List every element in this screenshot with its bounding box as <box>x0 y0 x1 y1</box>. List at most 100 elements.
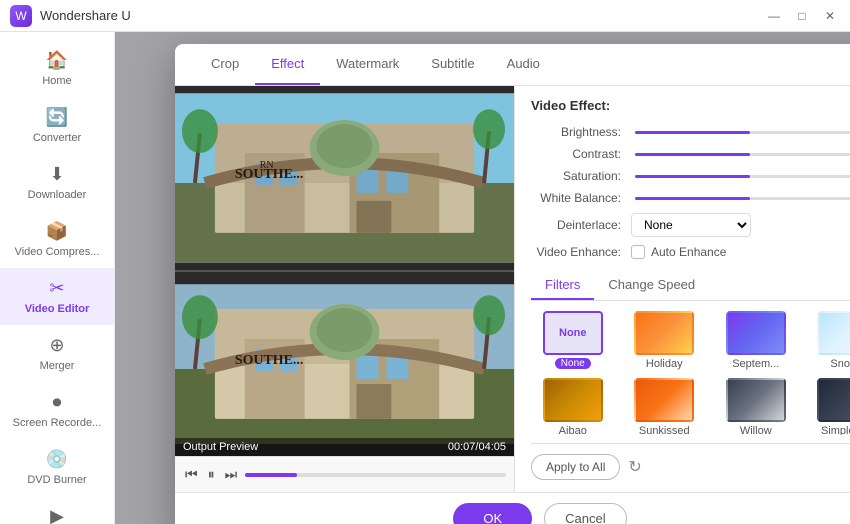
bottom-actions: Apply to All ↻ <box>531 443 850 480</box>
filter-thumb-simpleel <box>817 378 850 422</box>
main-content: 🏠 Home 🔄 Converter ⬇ Downloader 📦 Video … <box>0 32 850 524</box>
tab-spacer <box>556 44 845 85</box>
tab-audio[interactable]: Audio <box>491 44 556 85</box>
apply-to-all-button[interactable]: Apply to All <box>531 454 620 480</box>
dvd-icon: 💿 <box>46 449 68 470</box>
maximize-button[interactable]: □ <box>792 6 812 26</box>
next-frame-button[interactable]: ⏭ <box>223 464 240 485</box>
filter-item-september[interactable]: Septem... <box>714 311 798 370</box>
filter-thumb-aibao <box>543 378 603 422</box>
converter-icon: 🔄 <box>46 107 68 128</box>
sidebar-item-editor[interactable]: ✂ Video Editor <box>0 268 114 325</box>
recorder-icon: ⏺ <box>53 392 62 413</box>
filter-name-snow2: Snow2 <box>830 358 850 370</box>
filter-item-simpleel[interactable]: SimpleEl... <box>806 378 850 435</box>
video-controls: ⏮ ⏸ ⏭ <box>175 456 514 492</box>
sidebar-label-home: Home <box>42 75 71 87</box>
modal-overlay: Crop Effect Watermark Subtitle Audio ✕ <box>115 32 850 524</box>
auto-enhance-checkbox[interactable] <box>631 245 645 259</box>
play-pause-button[interactable]: ⏸ <box>206 464 217 485</box>
brightness-label: Brightness: <box>531 125 631 139</box>
downloader-icon: ⬇ <box>49 164 64 185</box>
sidebar-label-dvd: DVD Burner <box>27 474 86 486</box>
filter-thumb-september <box>726 311 786 355</box>
output-preview-text: Output Preview <box>183 441 258 453</box>
title-bar: W Wondershare U — □ ✕ <box>0 0 850 32</box>
filter-tab-filters[interactable]: Filters <box>531 271 594 300</box>
enhance-text: Auto Enhance <box>651 245 726 259</box>
sidebar-label-converter: Converter <box>33 132 81 144</box>
tab-subtitle[interactable]: Subtitle <box>415 44 490 85</box>
scene-svg-top: SOUTHE... RN <box>175 86 514 270</box>
minimize-button[interactable]: — <box>764 6 784 26</box>
merger-icon: ⊕ <box>49 335 64 356</box>
tab-effect[interactable]: Effect <box>255 44 320 85</box>
modal-footer: OK Cancel <box>175 492 850 524</box>
app-icon: W <box>10 5 32 27</box>
sidebar-item-dvd[interactable]: 💿 DVD Burner <box>0 439 114 496</box>
filter-thumb-snow2 <box>817 311 850 355</box>
home-icon: 🏠 <box>46 50 68 71</box>
modal-close-icon[interactable]: ✕ <box>845 44 850 85</box>
whitebalance-row: White Balance: 0 <box>531 191 850 205</box>
whitebalance-label: White Balance: <box>531 191 631 205</box>
sidebar-item-player[interactable]: ▶ Player <box>0 496 114 524</box>
sidebar-item-downloader[interactable]: ⬇ Downloader <box>0 154 114 211</box>
filter-item-snow2[interactable]: Snow2 <box>806 311 850 370</box>
contrast-slider[interactable] <box>635 153 850 156</box>
close-button[interactable]: ✕ <box>820 6 840 26</box>
effect-controls: Video Effect: Brightness: 0 <box>515 86 850 492</box>
filter-thumb-willow <box>726 378 786 422</box>
reset-button[interactable]: ↻ <box>628 457 641 477</box>
progress-fill <box>245 473 297 477</box>
saturation-slider[interactable] <box>635 175 850 178</box>
player-icon: ▶ <box>50 506 64 524</box>
svg-text:SOUTHE...: SOUTHE... <box>235 353 304 368</box>
cancel-button[interactable]: Cancel <box>544 503 626 524</box>
filter-item-none[interactable]: None None <box>531 311 615 370</box>
sidebar-label-compress: Video Compres... <box>15 246 100 258</box>
none-label: None <box>559 327 587 339</box>
filter-name-simpleel: SimpleEl... <box>821 425 850 435</box>
sidebar-item-home[interactable]: 🏠 Home <box>0 40 114 97</box>
app-title: Wondershare U <box>40 8 131 23</box>
filter-grid: None None Holiday <box>531 311 850 435</box>
sidebar-item-recorder[interactable]: ⏺ Screen Recorde... <box>0 382 114 439</box>
deinterlace-select[interactable]: None <box>631 213 751 237</box>
filter-item-holiday[interactable]: Holiday <box>623 311 707 370</box>
deinterlace-row: Deinterlace: None <box>531 213 850 237</box>
sidebar-item-compress[interactable]: 📦 Video Compres... <box>0 211 114 268</box>
video-progress-bar[interactable] <box>245 473 506 477</box>
enhance-row: Video Enhance: Auto Enhance <box>531 245 850 259</box>
sidebar-label-editor: Video Editor <box>25 303 90 315</box>
sidebar-item-converter[interactable]: 🔄 Converter <box>0 97 114 154</box>
ok-button[interactable]: OK <box>453 503 532 524</box>
preview-label: Output Preview 00:07/04:05 <box>175 438 514 456</box>
filter-name-none: None <box>555 358 591 369</box>
whitebalance-slider[interactable] <box>635 197 850 200</box>
filter-name-sunkissed: Sunkissed <box>639 425 690 435</box>
video-timestamp: 00:07/04:05 <box>448 441 506 453</box>
scene-svg-bottom: SOUTHE... <box>175 272 514 456</box>
contrast-label: Contrast: <box>531 147 631 161</box>
contrast-row: Contrast: 0 <box>531 147 850 161</box>
tab-watermark[interactable]: Watermark <box>320 44 415 85</box>
brightness-slider[interactable] <box>635 131 850 134</box>
sidebar-item-merger[interactable]: ⊕ Merger <box>0 325 114 382</box>
prev-frame-button[interactable]: ⏮ <box>183 464 200 485</box>
filter-thumb-none: None <box>543 311 603 355</box>
modal-tab-bar: Crop Effect Watermark Subtitle Audio ✕ <box>175 44 850 86</box>
saturation-fill <box>635 175 750 178</box>
filter-item-aibao[interactable]: Aibao <box>531 378 615 435</box>
video-preview-bottom: SOUTHE... Output Preview <box>175 272 514 456</box>
main-area: Save Save Start All Crop Effect Watermar… <box>115 32 850 524</box>
sidebar-label-recorder: Screen Recorde... <box>13 417 102 429</box>
sidebar-label-downloader: Downloader <box>28 189 87 201</box>
filter-thumb-sunkissed <box>634 378 694 422</box>
filter-name-holiday: Holiday <box>646 358 683 370</box>
tab-crop[interactable]: Crop <box>195 44 255 85</box>
filter-tab-speed[interactable]: Change Speed <box>594 271 709 300</box>
filter-item-sunkissed[interactable]: Sunkissed <box>623 378 707 435</box>
sidebar-label-merger: Merger <box>40 360 75 372</box>
filter-item-willow[interactable]: Willow <box>714 378 798 435</box>
